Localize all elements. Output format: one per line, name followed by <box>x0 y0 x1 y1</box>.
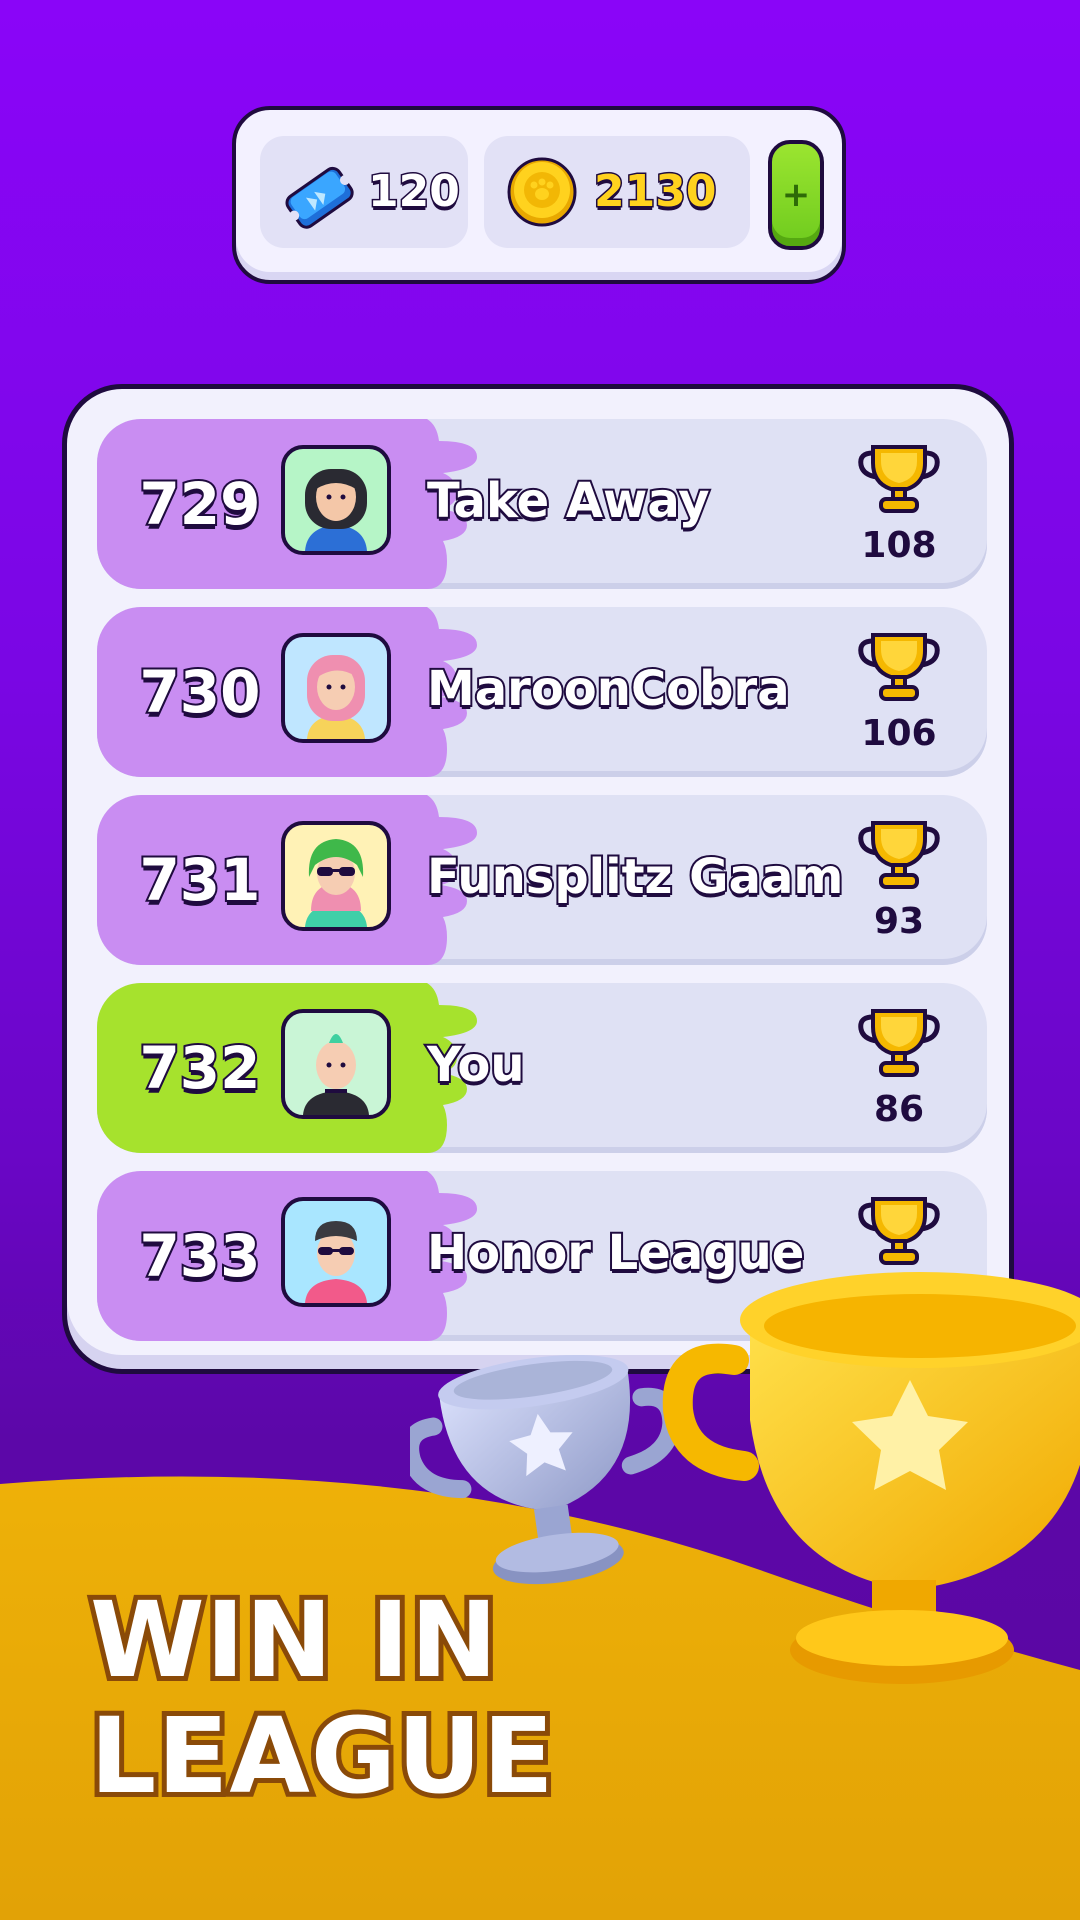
trophy-icon <box>858 633 940 701</box>
player-name: You <box>425 1035 526 1095</box>
avatar <box>281 821 391 931</box>
rank-number: 733 <box>137 1220 262 1292</box>
tickets-amount: 120 <box>367 165 462 219</box>
avatar <box>281 1009 391 1119</box>
coins-counter[interactable]: 2130 <box>484 136 750 248</box>
headline: WIN IN LEAGUE <box>85 1577 690 1819</box>
rank-number: 731 <box>137 844 262 916</box>
avatar <box>281 445 391 555</box>
leaderboard-row[interactable]: 731 Funsplitz Gaam 93 <box>97 795 987 965</box>
trophy-count: 93 <box>873 901 925 942</box>
coins-amount: 2130 <box>592 165 717 219</box>
trophy-count: 106 <box>861 713 937 754</box>
ticket-icon <box>285 166 354 229</box>
leaderboard-panel: 729 Take Away 108 730 MaroonCobra 106 73… <box>62 384 1014 1374</box>
rank-number: 729 <box>137 468 262 540</box>
trophy-icon <box>858 1009 940 1077</box>
currency-bar: 120 2130 + <box>232 106 846 284</box>
trophy-icon <box>858 821 940 889</box>
rank-number: 730 <box>137 656 262 728</box>
tickets-counter[interactable]: 120 <box>260 136 468 248</box>
plus-icon: + <box>781 175 811 215</box>
player-name: Take Away <box>425 471 712 531</box>
trophy-icon <box>858 445 940 513</box>
player-name: Funsplitz Gaam <box>425 847 845 907</box>
trophy-count: 86 <box>873 1089 925 1130</box>
add-currency-button[interactable]: + <box>768 140 824 250</box>
trophy-count: 108 <box>861 525 937 566</box>
headline-line-2: LEAGUE <box>85 1693 559 1819</box>
headline-line-1: WIN IN <box>85 1577 502 1703</box>
silver-trophy-icon <box>410 1354 681 1585</box>
leaderboard-row-you[interactable]: 732 You 86 <box>97 983 987 1153</box>
gold-trophy-icon <box>662 1272 1080 1684</box>
coin-icon <box>507 157 577 227</box>
avatar <box>281 1197 391 1307</box>
player-name: MaroonCobra <box>425 659 792 719</box>
leaderboard-row[interactable]: 729 Take Away 108 <box>97 419 987 589</box>
rank-number: 732 <box>137 1032 262 1104</box>
leaderboard-row[interactable]: 730 MaroonCobra 106 <box>97 607 987 777</box>
avatar <box>281 633 391 743</box>
